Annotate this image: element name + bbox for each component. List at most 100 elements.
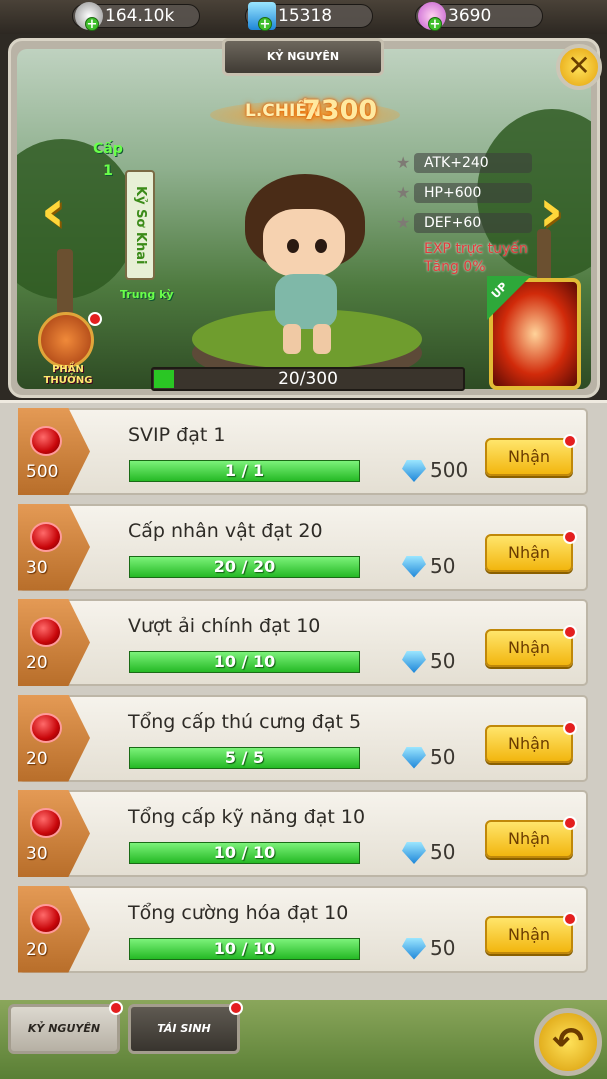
reward-button[interactable]: PHẦN THƯỞNG [30,312,106,388]
quest-row: 20 Vượt ải chính đạt 10 10 / 10 50 Nhận [18,599,588,686]
claim-label: Nhận [507,638,551,657]
quest-row: 30 Cấp nhân vật đạt 20 20 / 20 50 Nhận [18,503,588,591]
resource-bar: + 164.10k + 15318 + 3690 [0,0,607,34]
quest-progress-text: 1 / 1 [224,461,265,480]
claim-button[interactable]: Nhận [485,529,577,572]
quest-progress-bar: 10 / 10 [129,651,360,673]
level-caption: Cấp [93,141,123,157]
notification-dot [563,720,577,735]
hero-character [235,169,375,359]
add-silver-icon[interactable]: + [85,17,99,31]
claim-label: Nhận [507,447,551,466]
quest-title: Tổng cấp thú cưng đạt 5 [128,710,362,733]
red-gem-icon [30,617,62,647]
stat-item: ★ DEF+60 [396,212,536,242]
quest-row: 20 Tổng cường hóa đạt 10 10 / 10 50 Nhận [18,885,588,973]
quest-progress-bar: 10 / 10 [129,937,360,960]
star-icon: ★ [396,153,411,172]
stat-atk: ATK+240 [424,155,489,171]
silver-value: 164.10k [105,6,175,26]
quest-progress-text: 5 / 5 [224,747,265,767]
gem-reward-badge: 20 [18,694,90,782]
silver-resource[interactable]: + 164.10k [72,2,200,31]
quest-progress-bar: 1 / 1 [129,460,360,482]
close-icon: ✕ [567,49,591,82]
quest-title: Cấp nhân vật đạt 20 [128,519,323,542]
stat-item: ★ ATK+240 [396,152,536,182]
claim-button[interactable]: Nhận [485,434,577,476]
back-button[interactable]: ↶ [534,1008,602,1076]
claim-button[interactable]: Nhận [485,816,577,858]
gem-reward-badge: 20 [18,599,90,686]
claim-label: Nhận [507,733,551,753]
bottom-bar: KỶ NGUYÊN TÁI SINH [0,1000,607,1079]
level-label: Cấp 1 [90,138,126,182]
close-button[interactable]: ✕ [556,44,602,90]
tab-label: TÁI SINH [157,1022,211,1035]
gem-reward-value: 20 [26,653,48,673]
red-gem-icon [30,521,62,552]
notification-dot [563,816,577,830]
blue-diamond-icon [402,555,426,578]
diamond-value: 15318 [278,6,333,26]
next-arrow-button[interactable]: › [530,181,572,241]
blue-diamond-icon [402,937,426,960]
quest-row: 30 Tổng cấp kỹ năng đạt 10 10 / 10 50 Nhận [18,790,588,877]
tab-tai-sinh[interactable]: TÁI SINH [128,1001,243,1054]
star-icon: ★ [396,213,411,232]
quest-row: 500 SVIP đạt 1 1 / 1 500 Nhận [18,408,588,495]
era-rank: Trung kỳ [120,288,174,301]
diamond-reward-value: 500 [430,458,469,482]
tab-ky-nguyen[interactable]: KỶ NGUYÊN [8,1001,123,1054]
notification-dot [229,1001,243,1015]
prev-arrow-button[interactable]: ‹ [32,181,74,241]
red-gem-icon [30,903,62,934]
stat-list: ★ ATK+240 ★ HP+600 ★ DEF+60 [396,152,536,242]
add-shell-icon[interactable]: + [428,17,442,31]
exp-progress-bar: 20/300 [151,367,465,391]
claim-button[interactable]: Nhận [485,625,577,667]
gem-reward-value: 500 [26,462,59,482]
power-value: 7300 [302,95,378,126]
claim-label: Nhận [507,829,551,848]
blue-diamond-icon [402,746,426,769]
diamond-reward-value: 50 [430,744,456,769]
exp-info: EXP trực tuyến Tăng 0% [424,240,528,276]
quest-progress-text: 10 / 10 [213,843,276,862]
upgrade-button[interactable]: UP [487,276,581,390]
exp-online-label: EXP trực tuyến [424,241,528,257]
back-arrow-icon: ↶ [552,1019,584,1063]
quest-progress-bar: 10 / 10 [129,842,360,864]
blue-diamond-icon [402,651,426,673]
claim-label: Nhận [507,542,551,562]
exp-bonus-label: Tăng 0% [424,259,486,275]
notification-dot [563,434,577,448]
diamond-reward-value: 50 [430,935,456,960]
notification-dot [563,625,577,639]
claim-button[interactable]: Nhận [485,911,577,954]
diamond-reward-value: 50 [430,649,456,673]
notification-dot [109,1001,123,1015]
shell-resource[interactable]: + 3690 [415,2,543,31]
add-diamond-icon[interactable]: + [258,17,272,31]
notification-dot [88,312,102,326]
gem-reward-value: 20 [26,748,48,769]
claim-button[interactable]: Nhận [485,720,577,763]
quest-title: SVIP đạt 1 [128,424,226,446]
dragon-reward-icon [38,312,94,368]
era-name: Kỷ Sơ Khai [125,170,155,280]
stat-item: ★ HP+600 [396,182,536,212]
red-gem-icon [30,808,62,838]
quest-list: 500 SVIP đạt 1 1 / 1 500 Nhận 30 Cấp nhân vật … [0,400,607,1000]
diamond-reward-value: 50 [430,840,456,864]
claim-label: Nhận [507,924,551,944]
quest-progress-text: 20 / 20 [213,556,276,576]
red-gem-icon [30,712,62,743]
gem-reward-badge: 30 [18,503,90,591]
notification-dot [563,911,577,926]
page-title: KỶ NGUYÊN [222,38,384,76]
combat-power: L.CHIẾN 7300 [210,93,400,133]
diamond-resource[interactable]: + 15318 [245,2,373,31]
gem-reward-value: 30 [26,557,48,578]
reward-label: PHẦN THƯỞNG [43,364,93,386]
